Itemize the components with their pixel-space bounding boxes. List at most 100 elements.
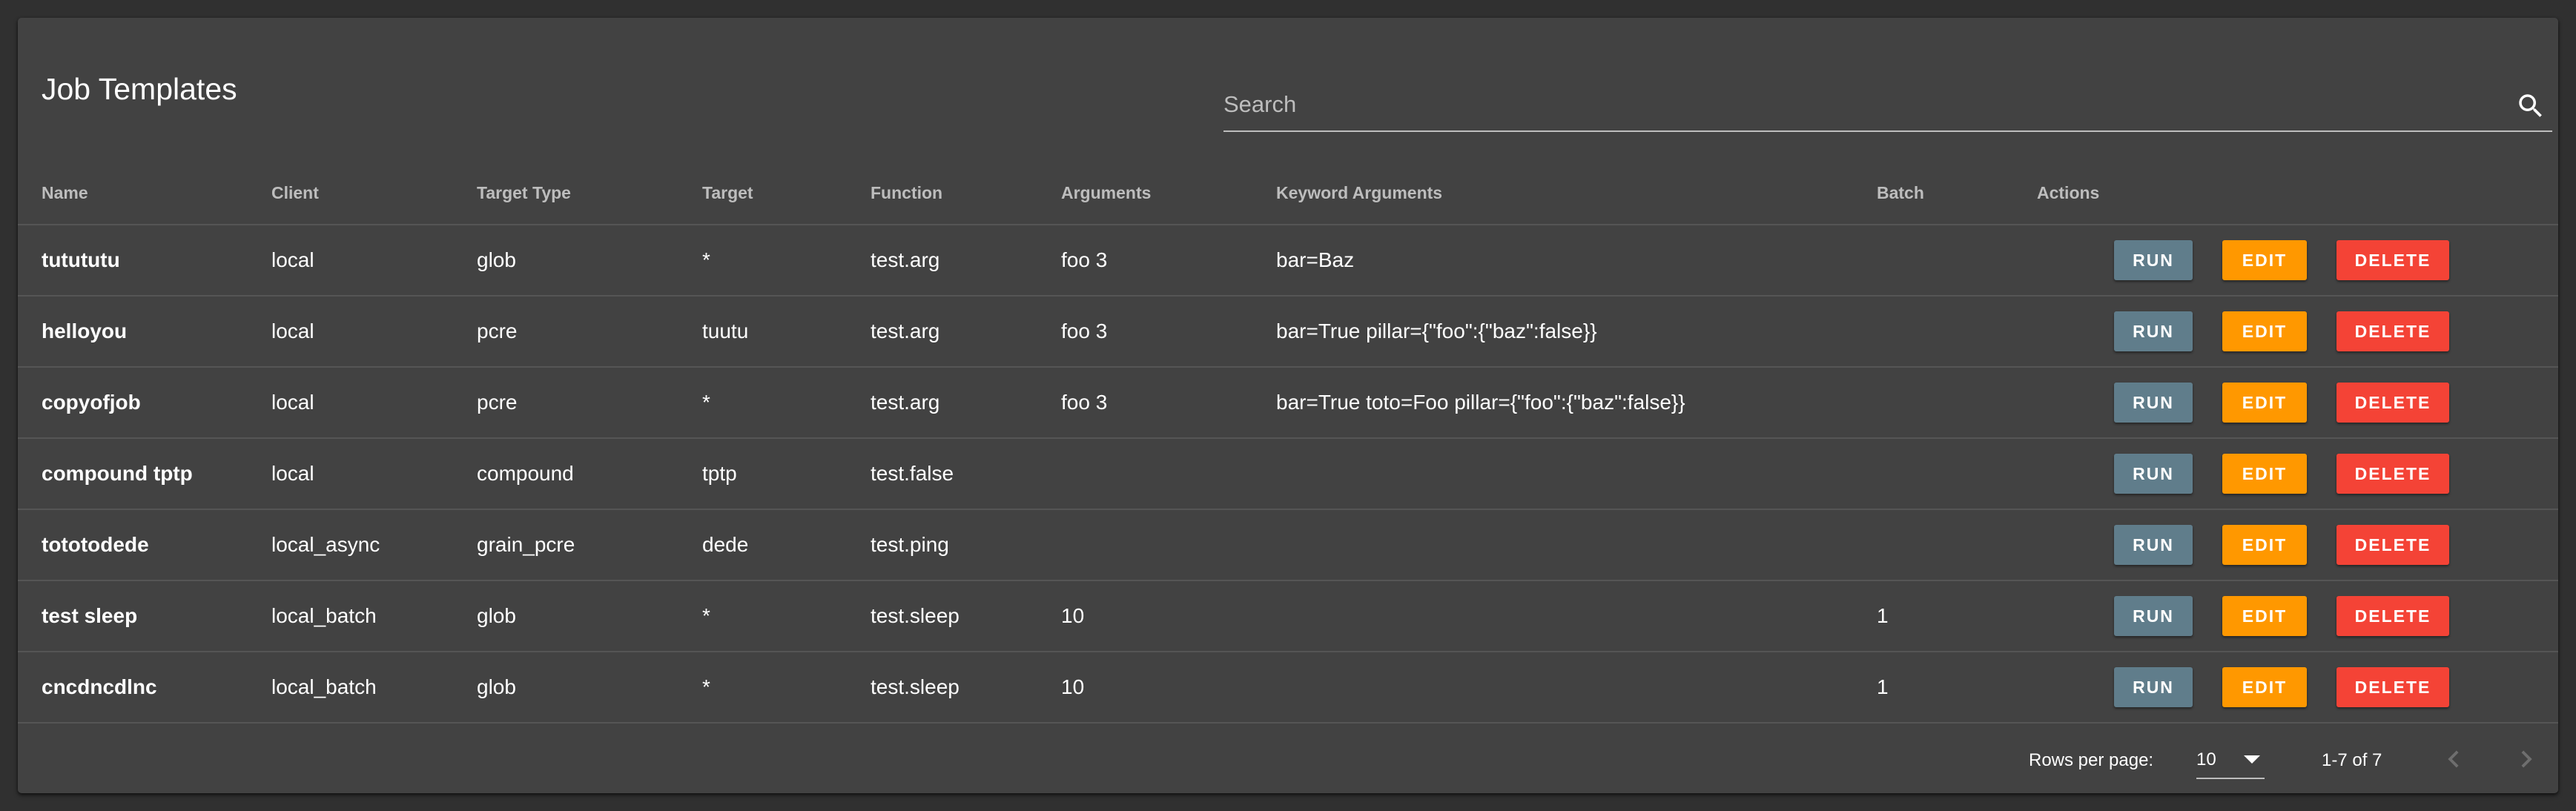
column-header-arguments[interactable]: Arguments — [1061, 162, 1276, 225]
cell-batch: 1 — [1877, 652, 2037, 724]
table-header-row: Name Client Target Type Target Function … — [18, 162, 2558, 225]
dropdown-arrow-icon — [2244, 755, 2260, 764]
cell-client: local — [271, 367, 477, 439]
cell-actions: RUN EDIT DELETE — [2037, 652, 2558, 724]
cell-batch — [1877, 225, 2037, 297]
cell-actions: RUN EDIT DELETE — [2037, 580, 2558, 652]
chevron-left-icon[interactable] — [2437, 742, 2471, 776]
delete-button[interactable]: DELETE — [2336, 454, 2449, 494]
cell-actions: RUN EDIT DELETE — [2037, 367, 2558, 439]
edit-button[interactable]: EDIT — [2222, 596, 2307, 636]
cell-keyword-arguments — [1276, 438, 1877, 510]
cell-actions: RUN EDIT DELETE — [2037, 296, 2558, 368]
cell-function: test.sleep — [871, 652, 1061, 724]
cell-target: dede — [702, 509, 871, 581]
cell-name: cncdncdlnc — [18, 652, 271, 724]
cell-keyword-arguments — [1276, 580, 1877, 652]
chevron-right-icon[interactable] — [2509, 742, 2543, 776]
cell-arguments: 10 — [1061, 652, 1276, 724]
edit-button[interactable]: EDIT — [2222, 240, 2307, 280]
cell-function: test.sleep — [871, 580, 1061, 652]
delete-button[interactable]: DELETE — [2336, 667, 2449, 707]
job-templates-table: Name Client Target Type Target Function … — [18, 162, 2558, 724]
cell-target-type: grain_pcre — [477, 509, 702, 581]
delete-button[interactable]: DELETE — [2336, 311, 2449, 351]
run-button[interactable]: RUN — [2114, 525, 2193, 565]
search-input[interactable] — [1223, 80, 2484, 129]
column-header-target[interactable]: Target — [702, 162, 871, 225]
column-header-keyword-arguments[interactable]: Keyword Arguments — [1276, 162, 1877, 225]
pagination-range: 1-7 of 7 — [2322, 750, 2382, 770]
cell-actions: RUN EDIT DELETE — [2037, 225, 2558, 297]
delete-button[interactable]: DELETE — [2336, 383, 2449, 423]
row-actions: RUN EDIT DELETE — [2037, 667, 2558, 707]
cell-target-type: compound — [477, 438, 702, 510]
cell-function: test.arg — [871, 296, 1061, 368]
cell-name: tutututu — [18, 225, 271, 297]
table-row: tototodede local_async grain_pcre dede t… — [18, 509, 2558, 581]
column-header-client[interactable]: Client — [271, 162, 477, 225]
run-button[interactable]: RUN — [2114, 596, 2193, 636]
rows-per-page-label: Rows per page: — [2029, 750, 2154, 770]
cell-client: local_batch — [271, 652, 477, 724]
edit-button[interactable]: EDIT — [2222, 667, 2307, 707]
cell-target: tuutu — [702, 296, 871, 368]
cell-name: helloyou — [18, 296, 271, 368]
column-header-name[interactable]: Name — [18, 162, 271, 225]
cell-name: test sleep — [18, 580, 271, 652]
cell-batch: 1 — [1877, 580, 2037, 652]
cell-client: local_batch — [271, 580, 477, 652]
column-header-target-type[interactable]: Target Type — [477, 162, 702, 225]
cell-client: local — [271, 225, 477, 297]
pagination-bar: Rows per page: 10 1-7 of 7 — [18, 726, 2558, 792]
cell-function: test.ping — [871, 509, 1061, 581]
cell-batch — [1877, 367, 2037, 439]
cell-name: copyofjob — [18, 367, 271, 439]
cell-batch — [1877, 438, 2037, 510]
cell-actions: RUN EDIT DELETE — [2037, 438, 2558, 510]
search-icon[interactable] — [2515, 90, 2546, 122]
cell-target-type: glob — [477, 652, 702, 724]
card-header: Job Templates — [18, 18, 2558, 144]
cell-target-type: pcre — [477, 296, 702, 368]
column-header-batch[interactable]: Batch — [1877, 162, 2037, 225]
row-actions: RUN EDIT DELETE — [2037, 596, 2558, 636]
page-title: Job Templates — [42, 72, 237, 106]
cell-arguments — [1061, 509, 1276, 581]
edit-button[interactable]: EDIT — [2222, 525, 2307, 565]
search-field[interactable] — [1223, 80, 2552, 132]
column-header-function[interactable]: Function — [871, 162, 1061, 225]
table-row: cncdncdlnc local_batch glob * test.sleep… — [18, 652, 2558, 724]
cell-target: tptp — [702, 438, 871, 510]
delete-button[interactable]: DELETE — [2336, 596, 2449, 636]
cell-target-type: glob — [477, 580, 702, 652]
cell-target: * — [702, 225, 871, 297]
table-row: tutututu local glob * test.arg foo 3 bar… — [18, 225, 2558, 297]
run-button[interactable]: RUN — [2114, 311, 2193, 351]
cell-keyword-arguments — [1276, 509, 1877, 581]
delete-button[interactable]: DELETE — [2336, 525, 2449, 565]
run-button[interactable]: RUN — [2114, 383, 2193, 423]
job-templates-card: Job Templates Name Client Target Type — [18, 18, 2558, 793]
cell-arguments: foo 3 — [1061, 367, 1276, 439]
cell-arguments: foo 3 — [1061, 225, 1276, 297]
row-actions: RUN EDIT DELETE — [2037, 311, 2558, 351]
cell-arguments: 10 — [1061, 580, 1276, 652]
cell-batch — [1877, 509, 2037, 581]
cell-actions: RUN EDIT DELETE — [2037, 509, 2558, 581]
edit-button[interactable]: EDIT — [2222, 454, 2307, 494]
run-button[interactable]: RUN — [2114, 240, 2193, 280]
cell-target-type: pcre — [477, 367, 702, 439]
edit-button[interactable]: EDIT — [2222, 383, 2307, 423]
edit-button[interactable]: EDIT — [2222, 311, 2307, 351]
run-button[interactable]: RUN — [2114, 454, 2193, 494]
cell-arguments — [1061, 438, 1276, 510]
table-row: helloyou local pcre tuutu test.arg foo 3… — [18, 296, 2558, 368]
rows-per-page-value: 10 — [2196, 749, 2216, 769]
table-row: copyofjob local pcre * test.arg foo 3 ba… — [18, 367, 2558, 439]
cell-keyword-arguments: bar=Baz — [1276, 225, 1877, 297]
run-button[interactable]: RUN — [2114, 667, 2193, 707]
rows-per-page-select[interactable]: 10 — [2196, 741, 2265, 779]
delete-button[interactable]: DELETE — [2336, 240, 2449, 280]
cell-function: test.arg — [871, 367, 1061, 439]
